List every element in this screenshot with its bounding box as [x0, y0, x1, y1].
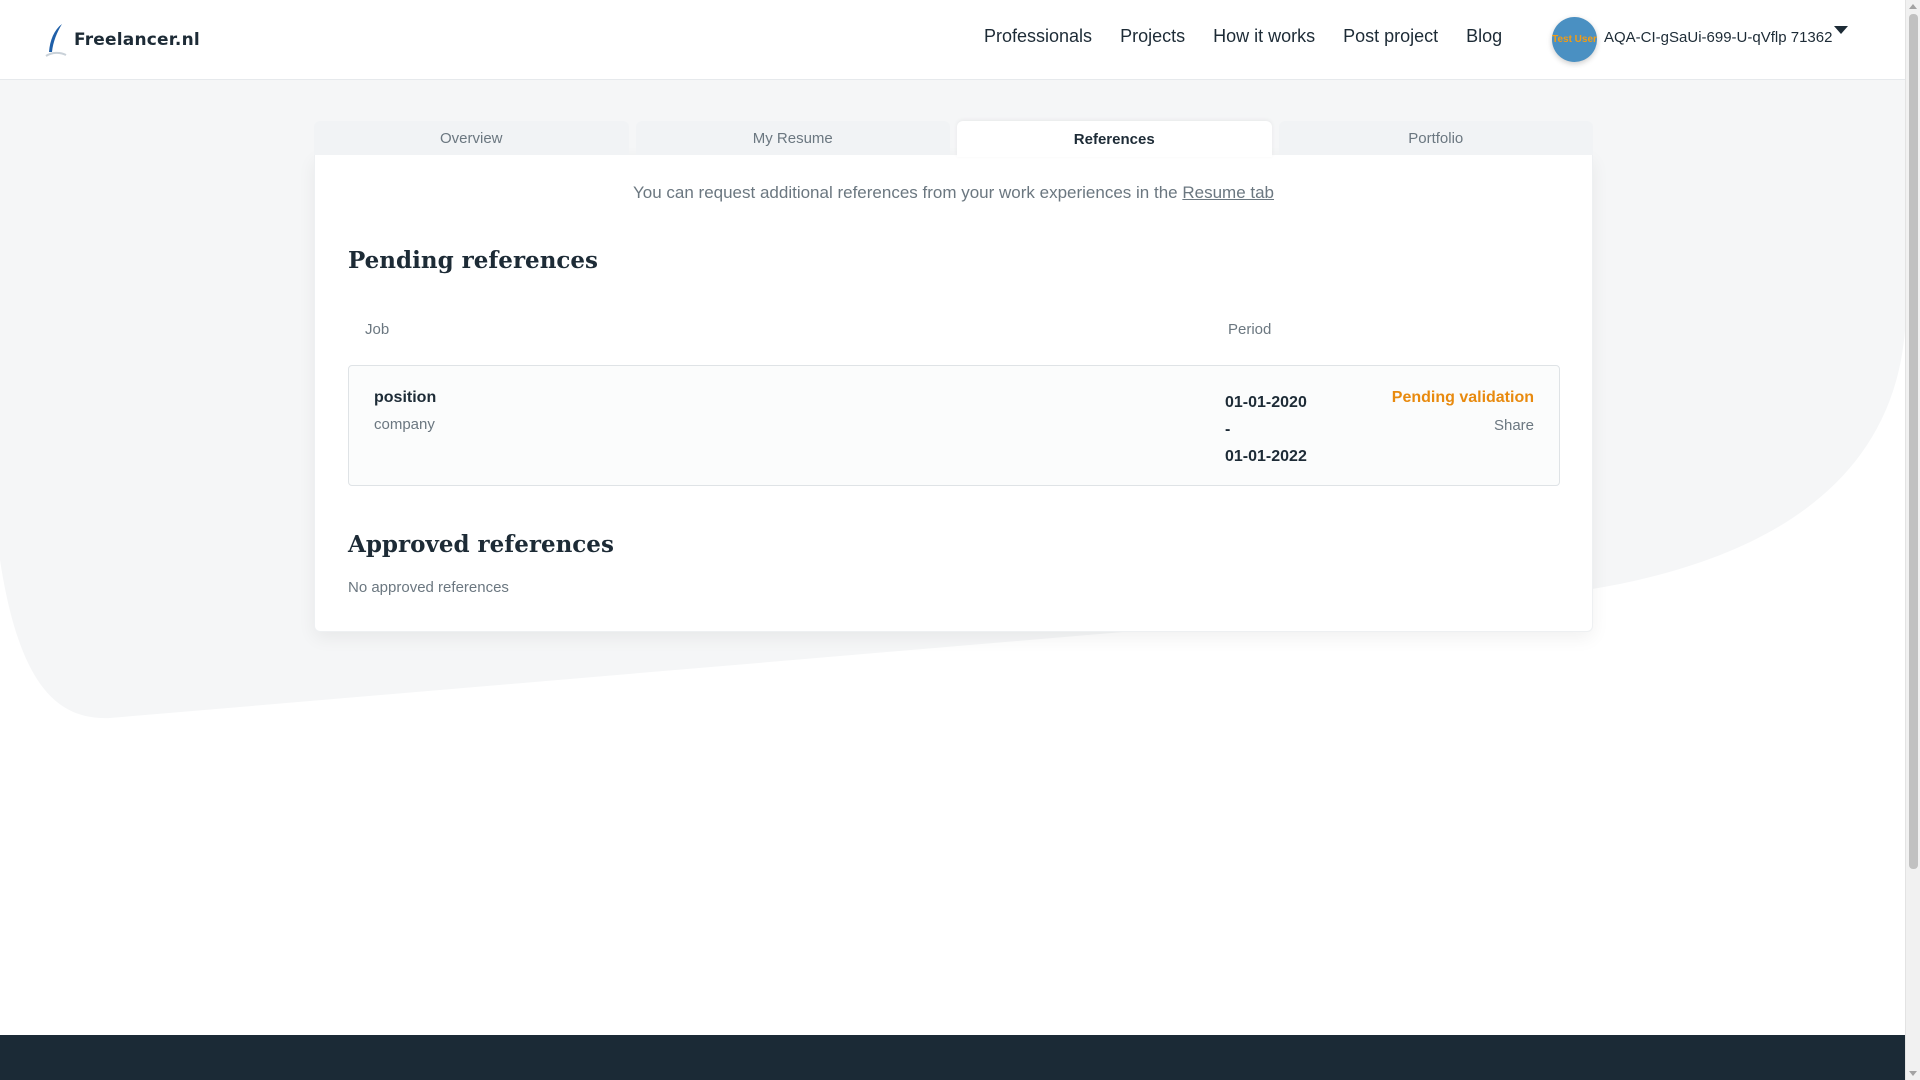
nav-blog[interactable]: Blog	[1466, 26, 1502, 47]
nav-how-it-works[interactable]: How it works	[1213, 26, 1315, 47]
scroll-up-arrow-icon[interactable]	[1909, 4, 1917, 9]
logo-text: Freelancer.nl	[74, 30, 200, 50]
avatar[interactable]: Test User	[1552, 17, 1597, 62]
pending-references-title: Pending references	[348, 247, 599, 274]
username[interactable]: AQA-CI-gSaUi-699-U-qVflp 71362	[1604, 29, 1832, 46]
empty-approved-note: No approved references	[348, 579, 509, 596]
nav-post-project[interactable]: Post project	[1343, 26, 1438, 47]
period-end: 01-01-2022	[1225, 448, 1307, 465]
column-header-job: Job	[365, 321, 390, 338]
scrollbar-thumb[interactable]	[1909, 14, 1918, 869]
reference-company: company	[374, 416, 435, 433]
approved-references-title: Approved references	[348, 531, 614, 558]
tab-portfolio[interactable]: Portfolio	[1278, 121, 1593, 155]
reference-row: position company 01-01-2020 - 01-01-2022…	[348, 365, 1560, 486]
info-message: You can request additional references fr…	[632, 183, 1183, 202]
vertical-scrollbar[interactable]	[1905, 0, 1920, 1080]
column-header-period: Period	[1228, 321, 1272, 338]
tab-my-resume[interactable]: My Resume	[635, 121, 950, 155]
chevron-down-icon[interactable]	[1834, 26, 1848, 34]
period-separator: -	[1225, 421, 1231, 438]
top-header: Freelancer.nl Professionals Projects How…	[0, 0, 1905, 80]
info-text: You can request additional references fr…	[315, 183, 1592, 203]
scroll-down-arrow-icon[interactable]	[1909, 1071, 1917, 1076]
main-nav: Professionals Projects How it works Post…	[984, 26, 1502, 47]
page-footer	[0, 1035, 1905, 1080]
feather-logo-icon	[45, 24, 67, 57]
nav-projects[interactable]: Projects	[1120, 26, 1185, 47]
reference-position: position	[374, 389, 437, 406]
reference-period: 01-01-2020 - 01-01-2022	[1225, 389, 1307, 470]
share-link[interactable]: Share	[1494, 417, 1534, 434]
profile-tabs: Overview My Resume References Portfolio	[314, 121, 1593, 157]
resume-tab-link[interactable]: Resume tab	[1182, 183, 1274, 202]
status-badge: Pending validation	[1391, 389, 1534, 406]
nav-professionals[interactable]: Professionals	[984, 26, 1092, 47]
period-start: 01-01-2020	[1225, 394, 1307, 411]
logo[interactable]: Freelancer.nl	[44, 20, 200, 60]
tab-references[interactable]: References	[957, 121, 1272, 157]
tab-overview[interactable]: Overview	[314, 121, 629, 155]
references-card: You can request additional references fr…	[314, 155, 1593, 632]
